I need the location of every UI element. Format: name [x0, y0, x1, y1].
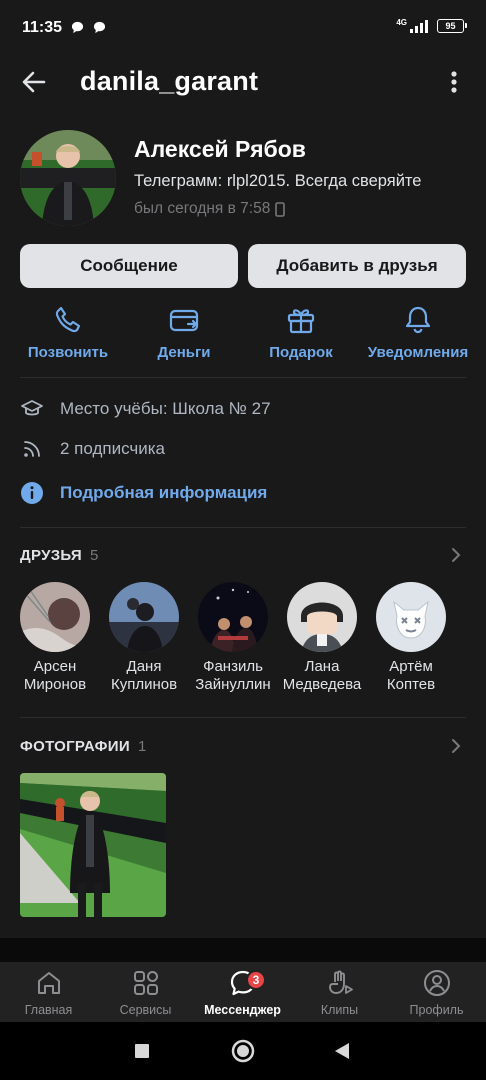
last-seen: был сегодня в 7:58 [134, 200, 286, 218]
followers-text: 2 подписчика [60, 439, 166, 458]
tab-label: Клипы [320, 1003, 359, 1017]
money-card-icon [169, 309, 199, 332]
friends-section-header[interactable]: ДРУЗЬЯ 5 [20, 545, 466, 565]
notifications-action[interactable]: Уведомления [358, 304, 478, 361]
tab-profile[interactable]: Профиль [388, 968, 485, 1017]
friend-avatar [376, 582, 446, 652]
friend-avatar [198, 582, 268, 652]
call-action[interactable]: Позвонить [8, 304, 128, 361]
back-triangle-icon[interactable] [335, 1043, 349, 1059]
money-label: Деньги [157, 344, 211, 361]
tab-bar: Главная Сервисы 3 Мессенджер Клипы Профи… [0, 962, 486, 1022]
tab-services[interactable]: Сервисы [97, 968, 194, 1017]
photos-title: ФОТОГРАФИИ [20, 737, 130, 755]
friend-name: Арсен Миронов [23, 658, 87, 693]
nav-header: danila_garant [0, 58, 486, 106]
services-icon [133, 971, 158, 995]
call-label: Позвонить [27, 344, 109, 361]
phone-icon [55, 306, 81, 333]
friend-item[interactable]: Артём Коптев [367, 582, 455, 694]
details-link: Подробная информация [60, 483, 268, 502]
separator-strip [0, 938, 486, 962]
profile-icon [423, 970, 450, 996]
graduation-cap-icon [21, 400, 43, 416]
gift-label: Подарок [269, 344, 333, 361]
page-title: danila_garant [80, 66, 259, 96]
tab-clips[interactable]: Клипы [291, 968, 388, 1017]
photos-count: 1 [137, 737, 147, 755]
more-vertical-icon[interactable] [442, 68, 466, 96]
chevron-right-icon [452, 739, 461, 753]
quick-actions: Позвонить Деньги Подарок Уведомления [0, 304, 486, 368]
divider [20, 717, 466, 718]
network-type: 4G [396, 17, 407, 27]
mobile-phone-icon [275, 201, 286, 217]
chat-notification-icon [93, 21, 106, 34]
gift-action[interactable]: Подарок [241, 304, 361, 361]
education-text: Место учёбы: Школа № 27 [60, 399, 271, 418]
friend-item[interactable]: Арсен Миронов [11, 582, 99, 694]
friend-name: Фанзиль Зайнуллин [195, 658, 271, 693]
status-bar: 11:35 4G 95 [0, 0, 486, 58]
friend-name: Артём Коптев [386, 658, 436, 693]
friends-title: ДРУЗЬЯ [20, 546, 83, 564]
friends-count: 5 [90, 546, 99, 564]
unread-badge: 3 [246, 970, 266, 990]
divider [20, 527, 466, 528]
avatar[interactable] [20, 130, 116, 226]
chevron-right-icon [452, 548, 461, 562]
friend-avatar [20, 582, 90, 652]
friend-name: Лана Медведева [282, 658, 362, 693]
followers-row[interactable]: 2 подписчика [20, 436, 466, 462]
friend-name: Даня Куплинов [110, 658, 178, 693]
tab-messenger[interactable]: 3 Мессенджер [194, 968, 291, 1017]
message-button[interactable]: Сообщение [20, 244, 238, 288]
home-circle-icon[interactable] [231, 1039, 255, 1063]
battery-level: 95 [445, 21, 456, 31]
recent-apps-icon[interactable] [135, 1044, 149, 1058]
gift-icon [287, 309, 315, 334]
friend-item[interactable]: Лана Медведева [278, 582, 366, 694]
profile-name: Алексей Рябов [134, 136, 306, 162]
photo-thumbnail[interactable] [20, 773, 166, 917]
friend-item[interactable]: Даня Куплинов [100, 582, 188, 694]
friend-item[interactable]: Фанзиль Зайнуллин [189, 582, 277, 694]
tab-label: Профиль [409, 1003, 464, 1017]
details-row[interactable]: Подробная информация [20, 480, 466, 506]
money-action[interactable]: Деньги [124, 304, 244, 361]
tab-label: Главная [24, 1003, 73, 1017]
signal-icon [410, 20, 428, 33]
back-arrow-icon[interactable] [20, 68, 48, 96]
info-icon [21, 482, 43, 504]
divider [20, 377, 466, 378]
system-navigation-bar [0, 1022, 486, 1080]
add-friend-button[interactable]: Добавить в друзья [248, 244, 466, 288]
tab-label: Сервисы [119, 1003, 172, 1017]
friend-avatar [109, 582, 179, 652]
rss-followers-icon [24, 441, 40, 457]
friend-avatar [287, 582, 357, 652]
chat-notification-icon [71, 21, 84, 34]
battery-icon: 95 [437, 19, 467, 33]
profile-status: Телеграмм: rlpl2015. Всегда сверяйте [134, 172, 422, 190]
home-icon [37, 972, 60, 994]
status-time: 11:35 [22, 19, 63, 36]
education-row: Место учёбы: Школа № 27 [20, 396, 466, 422]
bell-icon [405, 306, 431, 334]
last-seen-text: был сегодня в 7:58 [134, 200, 271, 217]
notifications-label: Уведомления [367, 344, 469, 361]
clips-icon [328, 970, 353, 994]
photos-section-header[interactable]: ФОТОГРАФИИ 1 [20, 736, 466, 756]
tab-label: Мессенджер [204, 1003, 281, 1017]
friends-list: Арсен Миронов Даня Куплинов Фанзиль Зайнулл… [0, 582, 486, 702]
tab-home[interactable]: Главная [0, 968, 97, 1017]
